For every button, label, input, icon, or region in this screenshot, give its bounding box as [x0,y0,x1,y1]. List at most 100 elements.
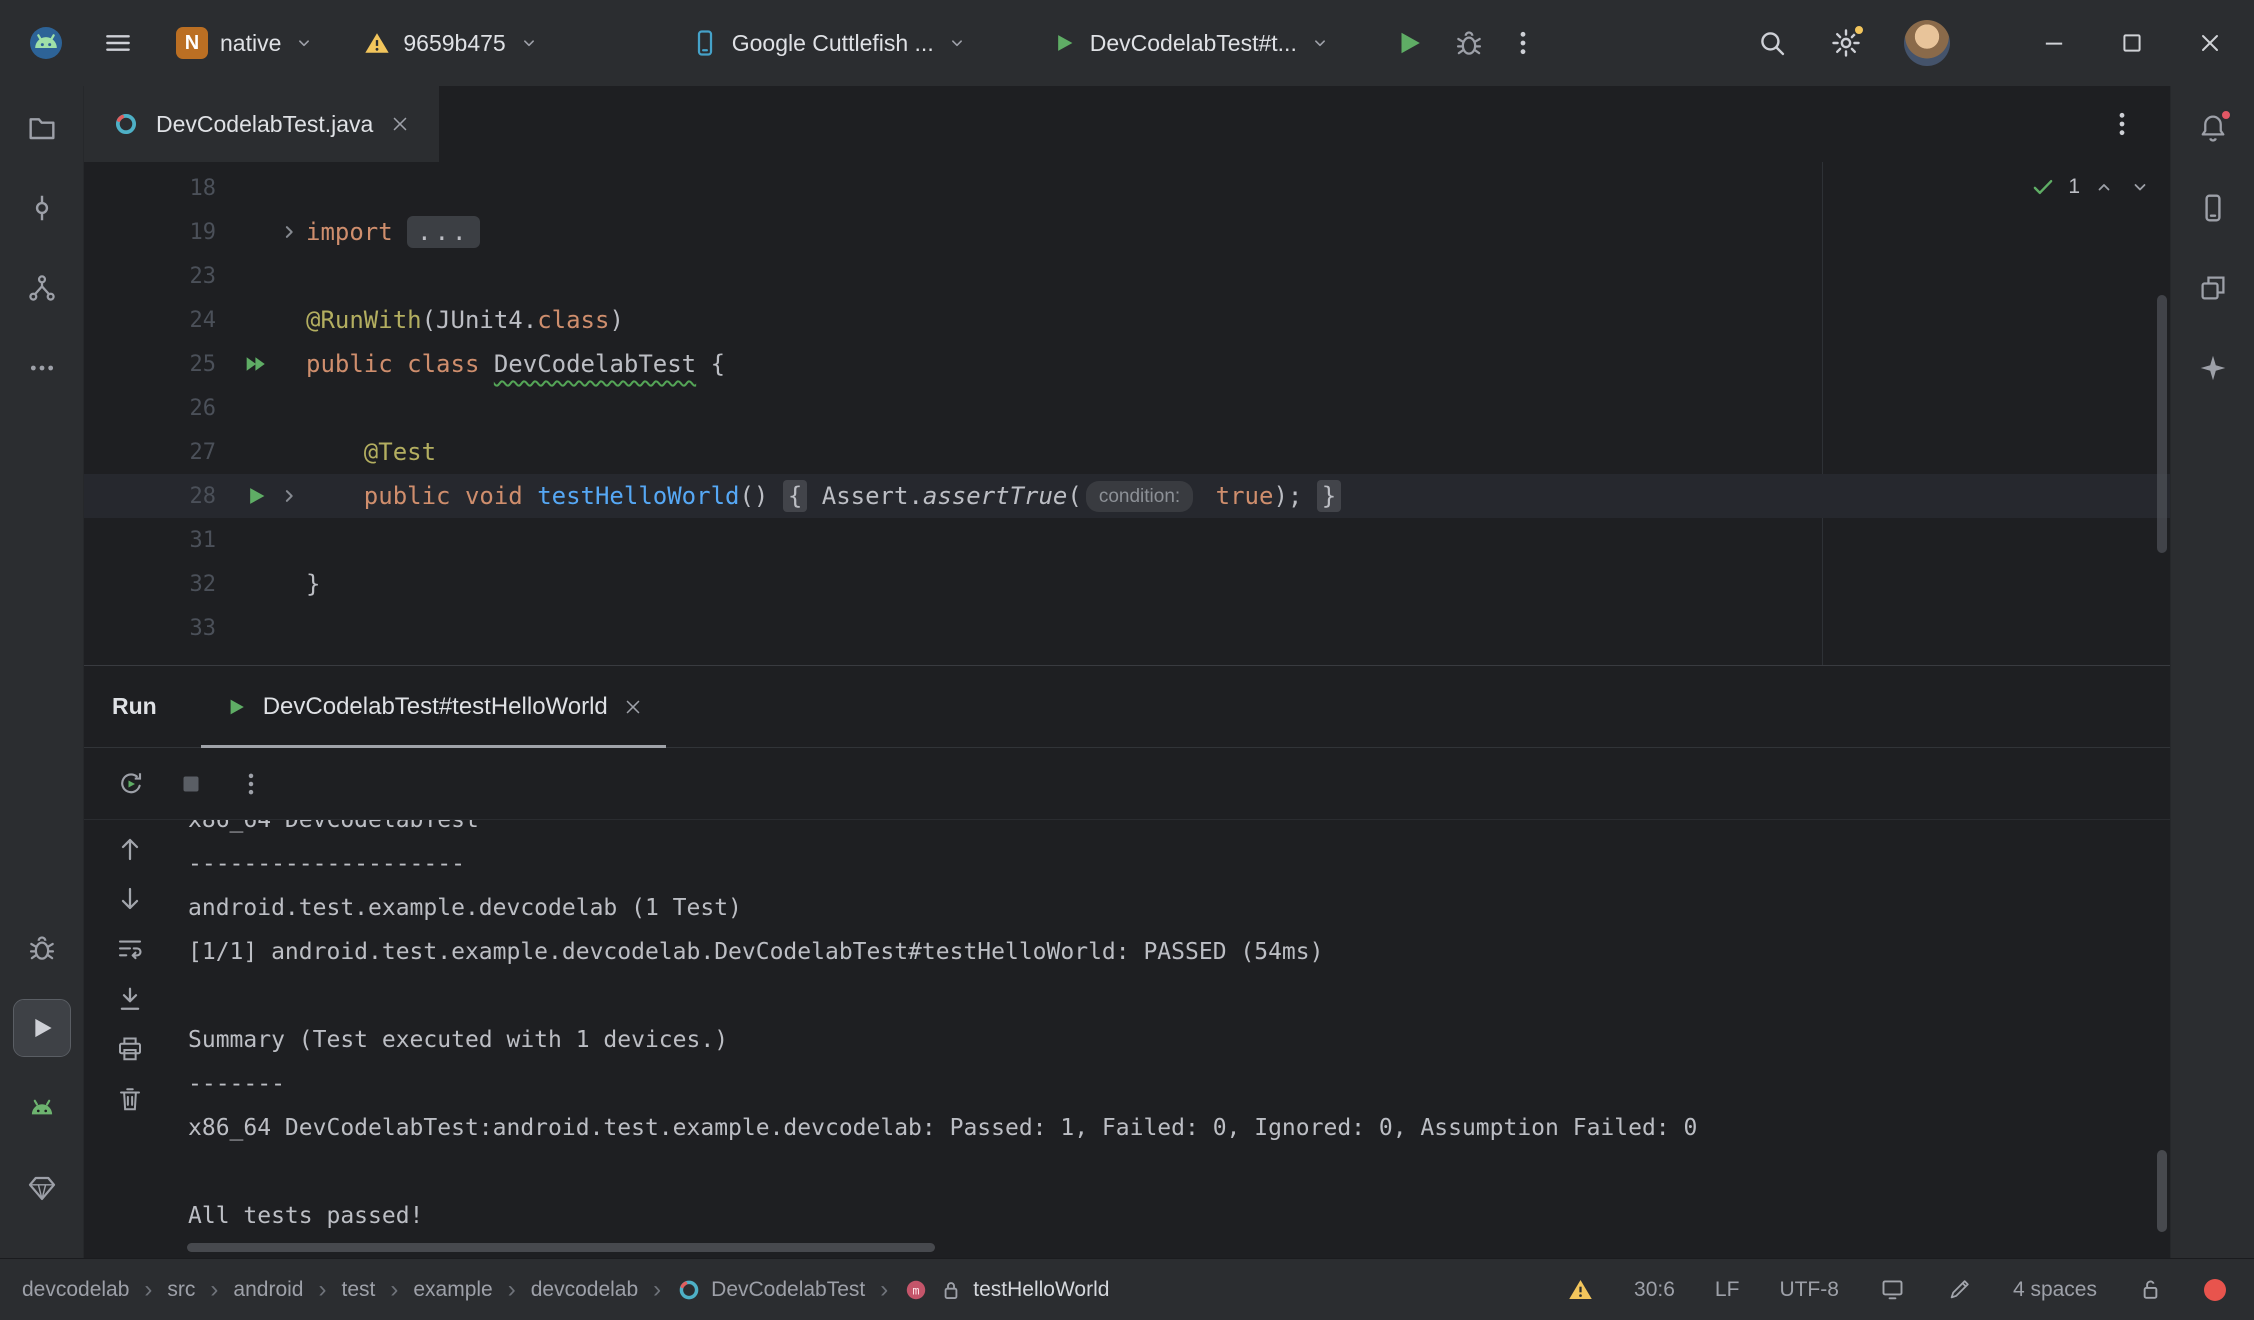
code-editor[interactable]: 1819import ... 23 24@RunWith(JUnit4.class)… [84,162,2170,665]
tab-close-button[interactable] [389,113,411,135]
stop-button[interactable] [176,769,206,799]
device-selector[interactable]: Google Cuttlefish ... [690,28,968,58]
run-class-gutter-button[interactable] [238,347,274,381]
tool-button-running-devices[interactable] [14,1080,70,1136]
tool-button-device-manager[interactable] [2185,180,2241,236]
user-avatar[interactable] [1904,20,1950,66]
editor-line-18[interactable]: 18 [84,166,2170,210]
branch-name: 9659b475 [403,30,505,57]
soft-wrap-button[interactable] [115,934,145,964]
inspections-widget[interactable]: 1 [2030,174,2152,200]
fold-indicator[interactable] [274,479,304,513]
breadcrumb-DevCodelabTest[interactable]: DevCodelabTest [676,1277,865,1303]
scroll-to-end-button[interactable] [115,984,145,1014]
file-encoding[interactable]: UTF-8 [1779,1278,1839,1302]
tool-button-debug[interactable] [14,920,70,976]
editor-line-31[interactable]: 31 [84,518,2170,562]
editor-line-24[interactable]: 24@RunWith(JUnit4.class) [84,298,2170,342]
gutter [216,435,306,469]
breadcrumb-test[interactable]: test [341,1278,375,1302]
settings-button[interactable] [1830,27,1862,59]
breadcrumb-src[interactable]: src [167,1278,195,1302]
down-the-stack-trace-button[interactable] [115,884,145,914]
clear-all-button[interactable] [115,1084,145,1114]
tab-options-button[interactable] [2106,108,2138,140]
more-actions-button[interactable] [1507,27,1539,59]
tool-button-gemini[interactable] [2185,340,2241,396]
branch-selector[interactable]: 9659b475 [363,29,539,57]
debug-button[interactable] [1453,27,1485,59]
run-configuration-selector[interactable]: DevCodelabTest#t... [1050,29,1331,57]
console-horizontal-scrollbar[interactable] [187,1243,935,1252]
minimize-button[interactable] [2040,29,2068,57]
editor-line-26[interactable]: 26 [84,386,2170,430]
breadcrumb-android[interactable]: android [233,1278,303,1302]
analysis-warning-indicator[interactable] [1567,1276,1594,1303]
android-icon-wrap [26,1092,58,1124]
chevron-down-icon[interactable] [2128,175,2152,199]
breadcrumb-label: devcodelab [22,1278,129,1302]
process-indicator[interactable] [2204,1279,2226,1301]
tool-button-app-quality-insights[interactable] [14,1160,70,1216]
tool-button-structure[interactable] [14,260,70,316]
breadcrumb-devcodelab[interactable]: devcodelab [22,1278,129,1302]
run-tab-close-button[interactable] [622,696,644,718]
gutter [216,391,306,425]
main-menu-button[interactable] [102,27,134,59]
chevron-down-icon [946,32,968,54]
editor-scrollbar[interactable] [2157,295,2167,553]
indent-config[interactable]: 4 spaces [2013,1278,2097,1302]
maximize-button[interactable] [2118,29,2146,57]
print-button[interactable] [115,1034,145,1064]
console-line: android.test.example.devcodelab (1 Test) [188,886,2170,930]
editor-tab-devcodelabtest[interactable]: DevCodelabTest.java [84,86,439,162]
editor-line-23[interactable]: 23 [84,254,2170,298]
editor-line-32[interactable]: 32} [84,562,2170,606]
breadcrumb-example[interactable]: example [413,1278,492,1302]
run-button[interactable] [1391,25,1427,61]
chevron-up-icon[interactable] [2092,175,2116,199]
token: import [306,218,407,246]
token: @Test [364,438,436,466]
highlighting-level[interactable] [1946,1276,1973,1303]
tool-button-commit[interactable] [14,180,70,236]
play-icon [26,1012,58,1044]
caret-position[interactable]: 30:6 [1634,1278,1675,1302]
tool-button-run[interactable] [14,1000,70,1056]
close-icon [2196,29,2224,57]
token: true [1216,482,1274,510]
readonly-toggle[interactable] [2137,1276,2164,1303]
more-options-button[interactable] [236,769,266,799]
breadcrumb-devcodelab[interactable]: devcodelab [531,1278,638,1302]
project-selector[interactable]: N native [176,27,315,59]
tool-button-project[interactable] [14,100,70,156]
tool-button-notifications[interactable] [2185,100,2241,156]
console-output[interactable]: x86_64 DevCodelabTest-------------------… [176,820,2170,1258]
editor-line-28[interactable]: 28 public void testHelloWorld() { Assert… [84,474,2170,518]
console-vertical-scrollbar[interactable] [2157,1150,2167,1232]
trash-icon [115,1084,145,1114]
screen-reader-toggle[interactable] [1879,1276,1906,1303]
fold-indicator[interactable] [274,215,304,249]
line-separator[interactable]: LF [1715,1278,1740,1302]
up-the-stack-trace-button[interactable] [115,834,145,864]
tool-button-device-explorer[interactable] [2185,260,2241,316]
editor-line-27[interactable]: 27 @Test [84,430,2170,474]
token: { [783,480,807,512]
rerun-tests-button[interactable] [116,769,146,799]
editor-line-19[interactable]: 19import ... [84,210,2170,254]
test-class-icon [112,110,140,138]
tool-button-more-tool-windows[interactable] [14,340,70,396]
close-button[interactable] [2196,29,2224,57]
run-test-gutter-button[interactable] [238,479,274,513]
structure-icon [26,272,58,304]
line-number: 28 [84,484,216,509]
breadcrumb-testHelloWorld[interactable]: testHelloWorld [903,1277,1109,1303]
editor-line-25[interactable]: 25public class DevCodelabTest { [84,342,2170,386]
run-tab-testhelloworld[interactable]: DevCodelabTest#testHelloWorld [201,666,666,747]
breadcrumb-label: devcodelab [531,1278,638,1302]
line-number: 23 [84,264,216,289]
search-everywhere-button[interactable] [1756,27,1788,59]
editor-line-33[interactable]: 33 [84,606,2170,650]
line-number: 27 [84,440,216,465]
